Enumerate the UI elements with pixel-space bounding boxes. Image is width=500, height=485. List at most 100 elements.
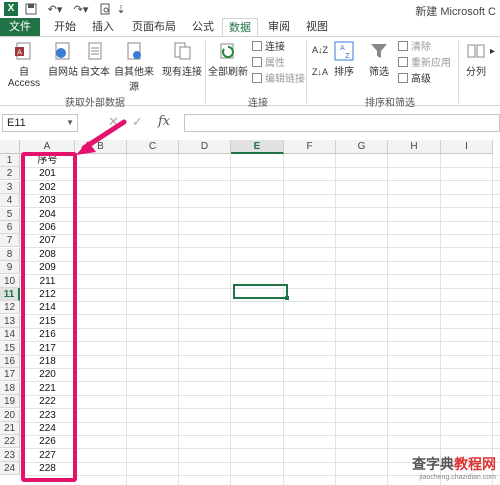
- worksheet-grid[interactable]: ABCDEFGHI 1 2 3 4 5 6 7 8 9 10 11 12 13 14 15 16 17 18 19 2…: [0, 140, 500, 485]
- other-sources-icon: [124, 41, 144, 61]
- from-other-sources-button[interactable]: 自其他来源: [110, 41, 158, 93]
- existing-connections-label: 现有连接: [162, 67, 202, 78]
- row-header-18[interactable]: 18: [0, 381, 20, 395]
- customize-toolbar-icon[interactable]: ⇣: [116, 2, 126, 16]
- cancel-icon[interactable]: ✕: [108, 114, 119, 130]
- row-header-17[interactable]: 17: [0, 368, 20, 382]
- print-preview-icon[interactable]: [98, 2, 112, 16]
- row-header-10[interactable]: 10: [0, 274, 20, 288]
- excel-logo-icon: X: [4, 2, 18, 16]
- grid-hline: [20, 394, 500, 396]
- row-header-5[interactable]: 5: [0, 207, 20, 221]
- enter-icon[interactable]: ✓: [132, 114, 143, 130]
- connections-label: 连接: [265, 42, 285, 53]
- select-all-corner[interactable]: [0, 140, 20, 154]
- row-header-8[interactable]: 8: [0, 247, 20, 261]
- column-header-b[interactable]: B: [75, 140, 127, 154]
- tab-insert[interactable]: 插入: [86, 18, 120, 36]
- redo-icon[interactable]: ↷▾: [70, 2, 92, 16]
- reapply-label: 重新应用: [411, 58, 451, 69]
- tab-file[interactable]: 文件: [0, 18, 40, 36]
- row-header-1[interactable]: 1: [0, 154, 20, 167]
- text-file-icon: [85, 41, 105, 61]
- text-to-columns-button[interactable]: 分列: [462, 41, 490, 78]
- from-text-button[interactable]: 自文本: [80, 41, 110, 78]
- row-header-24[interactable]: 24: [0, 462, 20, 476]
- title-bar: X ↶▾ ↷▾ ⇣ 新建 Microsoft C: [0, 0, 500, 18]
- existing-connections-button[interactable]: 现有连接: [162, 41, 202, 78]
- row-header-15[interactable]: 15: [0, 341, 20, 355]
- formula-input[interactable]: [184, 114, 500, 132]
- svg-text:A: A: [17, 49, 22, 57]
- sort-ascending-button[interactable]: A↓Z: [312, 43, 328, 57]
- from-access-button[interactable]: A 自 Access: [2, 41, 46, 89]
- from-web-button[interactable]: 自网站: [48, 41, 78, 78]
- filter-icon: [369, 41, 389, 61]
- sort-label: 排序: [334, 67, 354, 78]
- column-header-i[interactable]: I: [441, 140, 493, 154]
- tab-home[interactable]: 开始: [48, 18, 82, 36]
- reapply-button[interactable]: 重新应用: [398, 57, 451, 71]
- column-header-h[interactable]: H: [388, 140, 441, 154]
- more-icon[interactable]: ▸: [490, 45, 495, 59]
- row-header-3[interactable]: 3: [0, 180, 20, 194]
- row-header-4[interactable]: 4: [0, 194, 20, 208]
- grid-hline: [20, 301, 500, 302]
- tab-data[interactable]: 数据: [222, 18, 258, 36]
- insert-function-icon[interactable]: fx: [158, 114, 170, 129]
- row-header-12[interactable]: 12: [0, 301, 20, 315]
- tab-formulas[interactable]: 公式: [186, 18, 220, 36]
- grid-hline: [20, 274, 500, 276]
- from-access-label: 自 Access: [7, 67, 41, 89]
- properties-button[interactable]: 属性: [252, 57, 285, 71]
- row-header-7[interactable]: 7: [0, 234, 20, 248]
- row-header-6[interactable]: 6: [0, 221, 20, 234]
- row-header-20[interactable]: 20: [0, 408, 20, 422]
- grid-hline: [20, 421, 500, 423]
- watermark-text-1: 查字典: [412, 456, 454, 472]
- row-header-21[interactable]: 21: [0, 422, 20, 435]
- undo-icon[interactable]: ↶▾: [44, 2, 66, 16]
- advanced-button[interactable]: 高级: [398, 73, 431, 87]
- svg-text:A: A: [340, 44, 345, 52]
- window-title: 新建 Microsoft C: [415, 6, 496, 18]
- column-header-e[interactable]: E: [231, 140, 284, 154]
- filter-button[interactable]: 筛选: [366, 41, 392, 78]
- column-header-d[interactable]: D: [179, 140, 231, 154]
- grid-hline: [20, 234, 500, 235]
- row-header-23[interactable]: 23: [0, 448, 20, 462]
- active-cell-e11[interactable]: [233, 284, 289, 300]
- row-header-11[interactable]: 11: [0, 288, 20, 301]
- from-web-label: 自网站: [48, 67, 78, 78]
- connections-button[interactable]: 连接: [252, 41, 285, 55]
- refresh-all-button[interactable]: 全部刷新: [208, 41, 248, 78]
- chevron-down-icon[interactable]: ▼: [66, 115, 74, 131]
- column-header-c[interactable]: C: [127, 140, 179, 154]
- tab-view[interactable]: 视图: [300, 18, 334, 36]
- tab-review[interactable]: 审阅: [262, 18, 296, 36]
- grid-hline: [20, 368, 500, 369]
- column-header-g[interactable]: G: [336, 140, 388, 154]
- formula-bar: E11 ▼ ✕ ✓ fx: [0, 112, 500, 134]
- row-header-22[interactable]: 22: [0, 435, 20, 449]
- group-label-sort-filter: 排序和筛选: [365, 98, 415, 109]
- row-header-9[interactable]: 9: [0, 261, 20, 275]
- ribbon: A 自 Access 自网站 自文本 自其他来源 现有连接 获取外部数据 全部刷…: [0, 36, 500, 109]
- tab-page-layout[interactable]: 页面布局: [126, 18, 182, 36]
- clear-button[interactable]: 清除: [398, 41, 431, 55]
- row-header-2[interactable]: 2: [0, 167, 20, 181]
- reapply-icon: [398, 57, 408, 67]
- sort-button[interactable]: AZ 排序: [332, 41, 356, 78]
- row-header-13[interactable]: 13: [0, 314, 20, 328]
- edit-links-button[interactable]: 编辑链接: [252, 73, 305, 87]
- row-header-16[interactable]: 16: [0, 355, 20, 368]
- existing-connections-icon: [172, 41, 192, 61]
- row-header-19[interactable]: 19: [0, 395, 20, 409]
- grid-hline: [20, 354, 500, 356]
- sort-descending-button[interactable]: Z↓A: [312, 65, 328, 79]
- access-icon: A: [14, 41, 34, 61]
- row-header-14[interactable]: 14: [0, 328, 20, 342]
- save-icon[interactable]: [24, 2, 38, 16]
- column-header-f[interactable]: F: [284, 140, 336, 154]
- name-box[interactable]: E11 ▼: [2, 114, 78, 132]
